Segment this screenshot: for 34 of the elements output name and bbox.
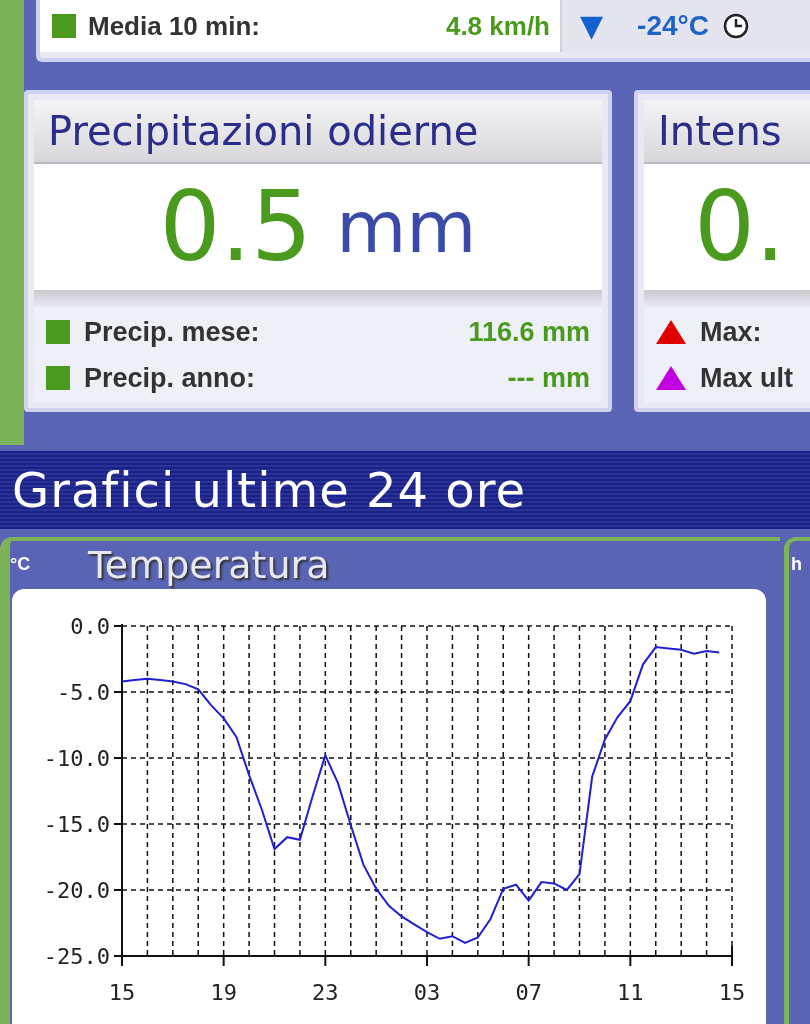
x-tick-label: 07 [515, 980, 542, 1005]
y-tick-label: -25.0 [43, 944, 110, 969]
row-label: Precip. mese: [84, 315, 260, 349]
row-label: Max: [700, 315, 762, 349]
temperature-value: -24°C [637, 9, 709, 43]
row-value: 116.6 mm [468, 315, 590, 349]
reading-value: 0. [694, 179, 786, 275]
reading-value: 0.5 [159, 179, 313, 275]
card-title: Precipitazioni odierne [34, 100, 602, 164]
label: Media 10 min: [88, 9, 260, 43]
x-tick-label: 15 [718, 980, 746, 1005]
x-tick-label: 23 [312, 980, 339, 1005]
trend-indicator: ▼ [580, 11, 604, 41]
x-tick-label: 11 [617, 980, 644, 1005]
x-tick-label: 15 [108, 980, 136, 1005]
y-tick-label: -10.0 [43, 746, 110, 771]
y-tick-label: -20.0 [43, 878, 110, 903]
y-tick-label: -5.0 [57, 680, 110, 705]
value: 4.8 km/h [445, 9, 550, 43]
y-tick-label: 0.0 [70, 614, 110, 639]
row-value: --- mm [507, 362, 590, 395]
row-label: Max ult [700, 362, 793, 395]
unit-label: h [791, 553, 803, 576]
x-tick-label: 03 [413, 980, 441, 1005]
row-label: Precip. anno: [84, 362, 256, 395]
unit-label: °C [10, 553, 32, 576]
section-title: Grafici ultime 24 ore [12, 461, 526, 520]
card-title: Intens [644, 100, 810, 164]
x-tick-label: 19 [210, 980, 237, 1005]
square-icon [52, 14, 76, 38]
y-tick-label: -15.0 [43, 812, 110, 837]
chart-title: Temperatura [88, 542, 330, 589]
clock-icon [722, 13, 749, 39]
reading-unit: mm [336, 191, 477, 263]
